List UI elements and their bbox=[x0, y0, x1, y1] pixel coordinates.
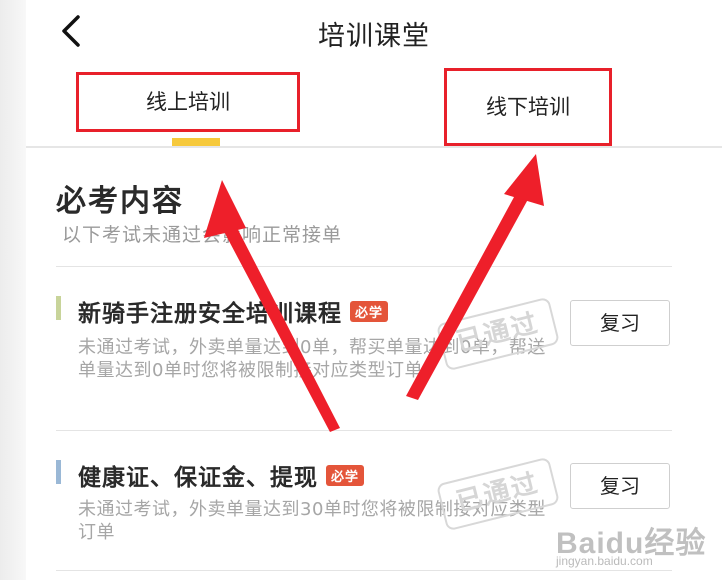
course-title-text: 健康证、保证金、提现 bbox=[78, 465, 318, 491]
course-title: 新骑手注册安全培训课程 必学 bbox=[78, 294, 389, 328]
section-subtitle: 以下考试未通过会影响正常接单 bbox=[62, 224, 343, 246]
section-title: 必考内容 bbox=[56, 184, 184, 219]
course-marker bbox=[56, 460, 61, 484]
review-button[interactable]: 复习 bbox=[570, 300, 670, 346]
active-tab-indicator bbox=[172, 138, 220, 146]
app-header: 培训课堂 bbox=[26, 0, 722, 62]
section-divider bbox=[56, 266, 672, 267]
course-title-text: 新骑手注册安全培训课程 bbox=[78, 301, 342, 327]
required-badge: 必学 bbox=[350, 301, 389, 322]
annotation-box-offline-tab bbox=[444, 68, 612, 146]
course-marker bbox=[56, 296, 61, 320]
review-button[interactable]: 复习 bbox=[570, 463, 670, 509]
left-edge-strip bbox=[0, 0, 26, 580]
course-divider bbox=[56, 430, 672, 431]
course-title: 健康证、保证金、提现 必学 bbox=[78, 458, 365, 492]
annotation-box-online-tab bbox=[76, 72, 300, 132]
watermark-url: jingyan.baidu.com bbox=[556, 554, 653, 568]
baidu-watermark: Baidu经验 jingyan.baidu.com bbox=[556, 516, 716, 576]
page-title: 培训课堂 bbox=[318, 21, 430, 52]
tabs-divider bbox=[26, 146, 722, 148]
required-badge: 必学 bbox=[326, 465, 365, 486]
